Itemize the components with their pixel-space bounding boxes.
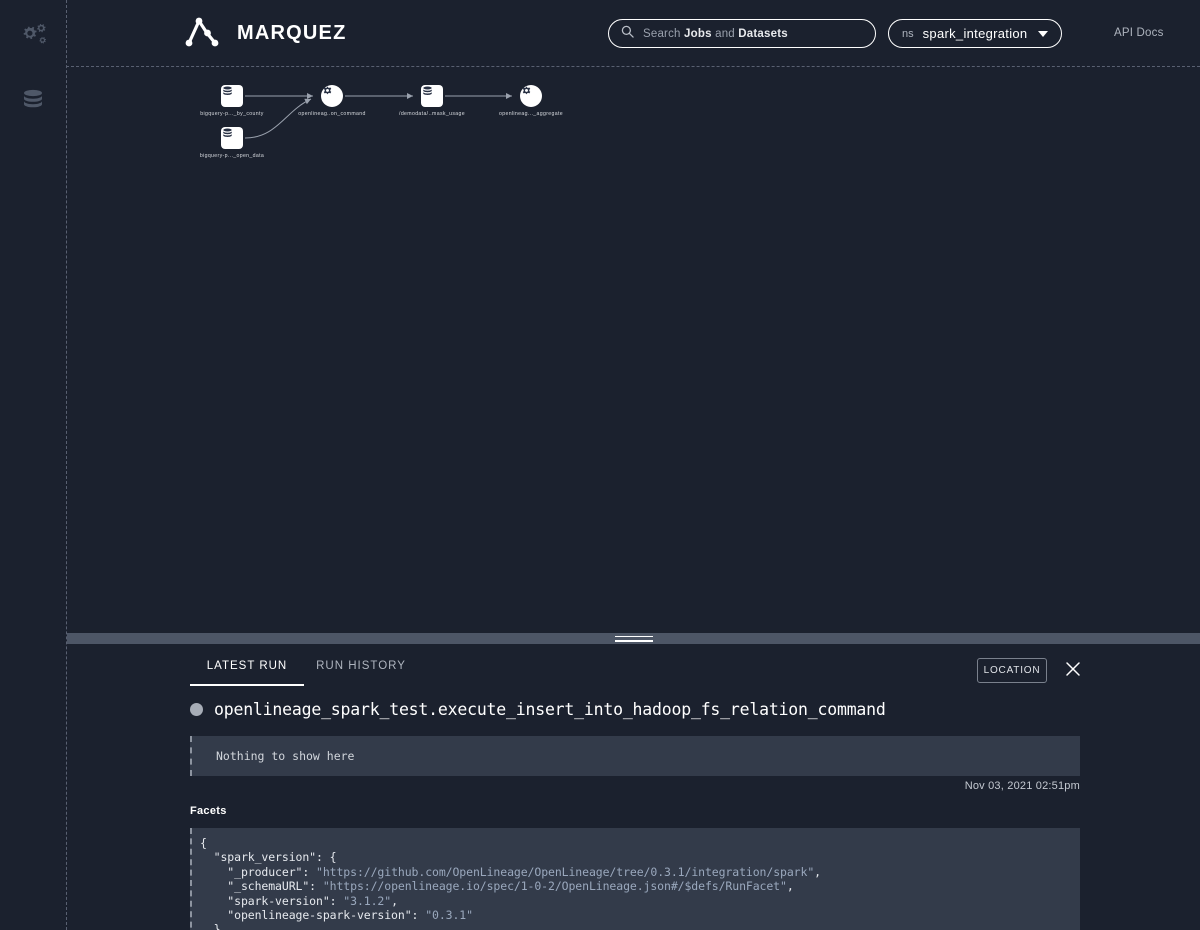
canvas-top-divider bbox=[66, 66, 1200, 67]
namespace-value: spark_integration bbox=[922, 26, 1028, 41]
empty-message: Nothing to show here bbox=[216, 749, 355, 763]
cogs-icon bbox=[18, 21, 48, 49]
resize-grip-icon bbox=[614, 635, 653, 642]
run-timestamp: Nov 03, 2021 02:51pm bbox=[964, 780, 1080, 792]
graph-node-job[interactable]: openlineag..on_command bbox=[298, 85, 365, 117]
app-header: MARQUEZ Search Jobs and Datasets ns spar… bbox=[67, 0, 1200, 66]
sidebar-item-jobs[interactable] bbox=[16, 18, 50, 52]
search-placeholder: Search Jobs and Datasets bbox=[643, 27, 788, 40]
graph-node-label: /demodata/..mask_usage bbox=[399, 111, 465, 117]
brand-name: MARQUEZ bbox=[237, 21, 347, 44]
graph-node-label: openlineag..._aggregate bbox=[498, 111, 564, 117]
sidebar bbox=[0, 0, 66, 930]
graph-node-label: bigquery-p..._open_data bbox=[199, 153, 265, 159]
run-header: openlineage_spark_test.execute_insert_in… bbox=[190, 700, 886, 719]
drawer-tabs: LATEST RUN RUN HISTORY bbox=[190, 660, 418, 686]
namespace-label: ns bbox=[902, 27, 914, 40]
database-icon bbox=[221, 85, 243, 107]
graph-node-label: openlineag..on_command bbox=[298, 111, 366, 117]
search-input[interactable]: Search Jobs and Datasets bbox=[608, 19, 876, 48]
tab-latest-run[interactable]: LATEST RUN bbox=[190, 660, 304, 686]
marquez-logo-icon bbox=[181, 13, 225, 54]
drawer-resize-handle[interactable] bbox=[67, 633, 1200, 644]
graph-node-label: bigquery-p..._by_county bbox=[200, 111, 264, 117]
brand-logo[interactable]: MARQUEZ bbox=[181, 13, 347, 54]
run-empty-state: Nothing to show here bbox=[190, 736, 1080, 776]
close-icon bbox=[1065, 661, 1081, 682]
facets-json-panel[interactable]: { "spark_version": { "_producer": "https… bbox=[190, 828, 1080, 930]
run-job-name: openlineage_spark_test.execute_insert_in… bbox=[214, 700, 886, 719]
status-badge bbox=[190, 703, 203, 716]
close-drawer-button[interactable] bbox=[1060, 658, 1086, 684]
graph-node-dataset[interactable]: bigquery-p..._open_data bbox=[200, 127, 264, 159]
database-icon bbox=[421, 85, 443, 107]
graph-node-job[interactable]: openlineag..._aggregate bbox=[499, 85, 563, 117]
tab-run-history[interactable]: RUN HISTORY bbox=[304, 660, 418, 686]
gear-icon bbox=[321, 85, 343, 107]
location-button[interactable]: LOCATION bbox=[977, 658, 1047, 683]
api-docs-link[interactable]: API Docs bbox=[1114, 27, 1164, 39]
chevron-down-icon bbox=[1038, 30, 1049, 37]
database-icon bbox=[221, 127, 243, 149]
facets-heading: Facets bbox=[190, 805, 227, 817]
lineage-graph-canvas[interactable]: bigquery-p..._by_county bigquery-p..._op… bbox=[67, 67, 1200, 635]
namespace-selector[interactable]: ns spark_integration bbox=[888, 19, 1063, 48]
facets-json-content: { "spark_version": { "_producer": "https… bbox=[200, 836, 821, 930]
sidebar-item-datasets[interactable] bbox=[16, 82, 50, 116]
run-detail-drawer: LATEST RUN RUN HISTORY LOCATION openline… bbox=[67, 644, 1200, 930]
database-icon bbox=[20, 86, 46, 112]
gear-icon bbox=[520, 85, 542, 107]
graph-node-dataset[interactable]: bigquery-p..._by_county bbox=[200, 85, 263, 117]
search-icon bbox=[621, 25, 634, 43]
marquez-app: MARQUEZ Search Jobs and Datasets ns spar… bbox=[0, 0, 1200, 930]
graph-node-dataset[interactable]: /demodata/..mask_usage bbox=[399, 85, 465, 117]
